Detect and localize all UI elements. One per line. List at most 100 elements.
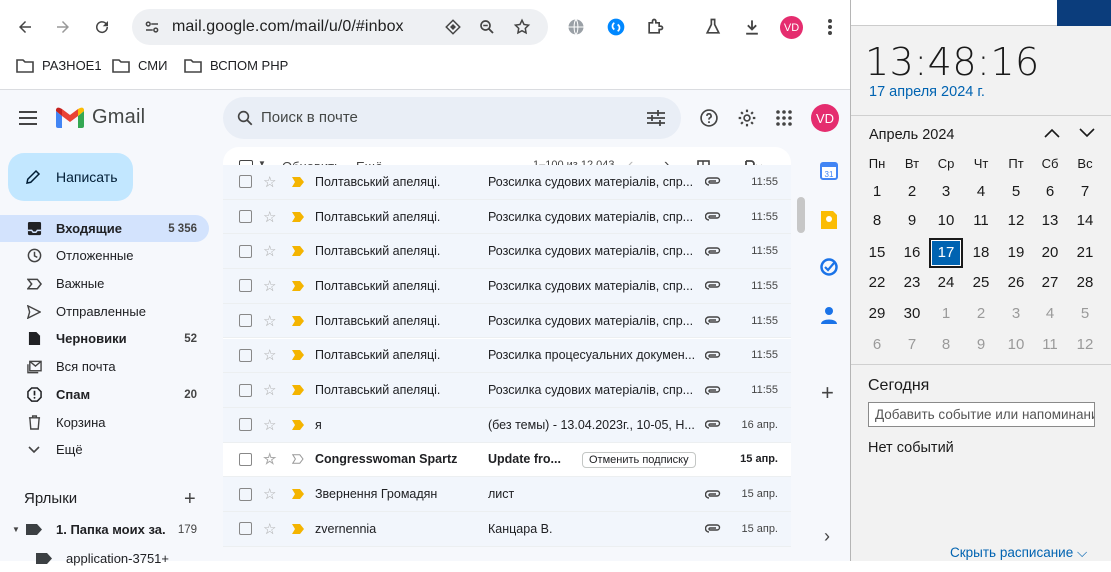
calendar-day[interactable]: 15 [860,238,894,268]
importance-marker-icon[interactable] [292,419,304,430]
row-checkbox[interactable] [239,418,252,432]
calendar-day-today[interactable]: 17 [929,238,963,268]
bookmark-folder-2[interactable]: СМИ [112,58,167,73]
calendar-day[interactable]: 9 [895,206,929,236]
calendar-day[interactable]: 14 [1068,206,1102,236]
bookmark-star-icon[interactable] [508,13,536,41]
sidebar-item-label-important[interactable]: Важные [0,270,209,297]
star-icon[interactable]: ☆ [263,520,276,538]
calendar-day[interactable]: 5 [999,177,1033,207]
site-settings-icon[interactable] [138,13,166,41]
install-app-icon[interactable] [439,13,467,41]
calendar-day[interactable]: 28 [1068,268,1102,298]
settings-gear-icon[interactable] [733,104,761,132]
table-row[interactable]: ☆ Полтавський апеляці. Розсилка судових ма… [223,165,791,200]
hide-schedule-link[interactable]: Скрыть расписание ⌵ [950,545,1087,561]
calendar-day[interactable]: 11 [1033,330,1067,360]
row-checkbox[interactable] [239,175,252,189]
calendar-day[interactable]: 4 [964,177,998,207]
calendar-day[interactable]: 7 [895,330,929,360]
calendar-day[interactable]: 12 [1068,330,1102,360]
calendar-day[interactable]: 10 [999,330,1033,360]
gmail-logo[interactable]: Gmail [56,106,145,129]
clock-date[interactable]: 17 апреля 2024 г. [869,84,985,100]
star-icon[interactable]: ☆ [263,208,276,226]
row-checkbox[interactable] [239,348,252,362]
calendar-day[interactable]: 8 [860,206,894,236]
calendar-day[interactable]: 23 [895,268,929,298]
sidebar-item-send[interactable]: Отправленные [0,298,209,325]
calendar-day[interactable]: 19 [999,238,1033,268]
label-item-application[interactable]: application-3751+ [0,545,209,572]
download-icon[interactable] [738,13,766,41]
bookmark-folder-1[interactable]: РАЗНОЕ1 [16,58,102,73]
row-checkbox[interactable] [239,244,252,258]
calendar-day[interactable]: 30 [895,299,929,329]
sidebar-item-draft[interactable]: Черновики 52 [0,325,209,352]
importance-marker-icon[interactable] [292,489,304,500]
row-checkbox[interactable] [239,314,252,328]
star-icon[interactable]: ☆ [263,450,276,468]
table-row[interactable]: ☆ я (без темы) - 13.04.2023г., 10-05, Н...… [223,407,791,443]
calendar-day[interactable]: 6 [1033,177,1067,207]
importance-marker-icon[interactable] [292,523,304,534]
row-checkbox[interactable] [239,383,252,397]
calendar-day[interactable]: 7 [1068,177,1102,207]
zoom-icon[interactable] [473,13,501,41]
next-month-chevron-down-icon[interactable] [1079,128,1095,138]
table-row[interactable]: ☆ Полтавський апеляці. Розсилка судових ма… [223,373,791,408]
star-icon[interactable]: ☆ [263,173,276,191]
importance-marker-icon[interactable] [292,246,304,257]
sidebar-item-chevron-down[interactable]: Ещё [0,436,209,463]
extensions-puzzle-icon[interactable] [641,13,669,41]
table-row[interactable]: ☆ Звернення Громадян лист 15 апр. [223,477,791,512]
browser-menu-icon[interactable] [816,13,844,41]
calendar-day[interactable]: 29 [860,299,894,329]
address-bar[interactable]: mail.google.com/mail/u/0/#inbox [132,9,548,45]
unsubscribe-button[interactable]: Отменить подписку [582,451,696,468]
importance-marker-icon[interactable] [292,211,304,222]
star-icon[interactable]: ☆ [263,416,276,434]
calendar-day[interactable]: 10 [929,206,963,236]
calendar-day[interactable]: 2 [895,177,929,207]
reload-icon[interactable] [88,13,116,41]
importance-marker-icon[interactable] [292,280,304,291]
table-row[interactable]: ☆ Полтавський апеляці. Розсилка процесуаль… [223,338,791,374]
calendar-day[interactable]: 20 [1033,238,1067,268]
star-icon[interactable]: ☆ [263,346,276,364]
importance-marker-icon[interactable] [292,176,304,187]
calendar-day[interactable]: 5 [1068,299,1102,329]
star-icon[interactable]: ☆ [263,381,276,399]
apps-grid-icon[interactable] [770,104,798,132]
calendar-day[interactable]: 18 [964,238,998,268]
table-row[interactable]: ☆ Полтавський апеляці. Розсилка судових ма… [223,234,791,270]
browser-profile-avatar[interactable]: VD [780,16,803,39]
calendar-day[interactable]: 9 [964,330,998,360]
row-checkbox[interactable] [239,522,252,536]
importance-marker-icon[interactable] [292,315,304,326]
table-row[interactable]: ☆ Полтавський апеляці. Розсилка судових ма… [223,199,791,235]
star-icon[interactable]: ☆ [263,242,276,260]
account-avatar[interactable]: VD [811,104,839,132]
importance-marker-icon[interactable] [292,385,304,396]
calendar-day[interactable]: 24 [929,268,963,298]
table-row[interactable]: ☆ Полтавський апеляці. Розсилка судових ма… [223,303,791,339]
calendar-day[interactable]: 25 [964,268,998,298]
calendar-day[interactable]: 13 [1033,206,1067,236]
calendar-day[interactable]: 2 [964,299,998,329]
calendar-addon-icon[interactable]: 31 [820,162,838,180]
contacts-addon-icon[interactable] [821,306,837,324]
star-icon[interactable]: ☆ [263,485,276,503]
expand-arrow-icon[interactable]: ▼ [12,525,20,534]
sidebar-item-inbox[interactable]: Входящие 5 356 [0,215,209,242]
calendar-day[interactable]: 21 [1068,238,1102,268]
mail-search-bar[interactable]: Поиск в почте [223,97,681,139]
calendar-day[interactable]: 12 [999,206,1033,236]
calendar-day[interactable]: 26 [999,268,1033,298]
calendar-day[interactable]: 4 [1033,299,1067,329]
sidebar-item-all-mail[interactable]: Вся почта [0,353,209,380]
star-icon[interactable]: ☆ [263,277,276,295]
calendar-day[interactable]: 8 [929,330,963,360]
importance-marker-empty-icon[interactable] [292,454,304,465]
compose-button[interactable]: Написать [8,153,133,201]
